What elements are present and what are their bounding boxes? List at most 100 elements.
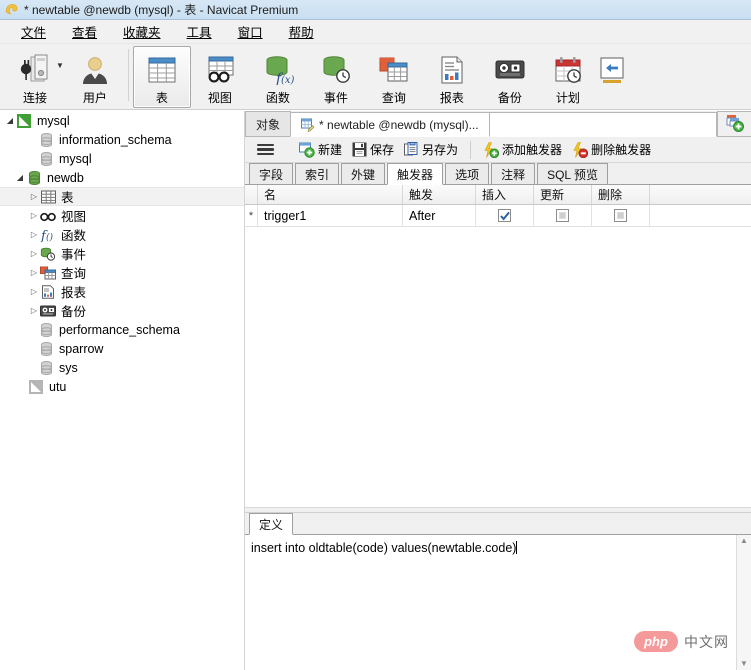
subtab-comment[interactable]: 注释 [491,163,536,184]
menu-item-view[interactable]: 查看 [59,20,110,43]
subtab-indexes[interactable]: 索引 [295,163,340,184]
definition-sql-editor[interactable]: insert into oldtable(code) values(newtab… [245,535,736,670]
cell-update[interactable] [534,205,592,226]
twisty-closed-icon[interactable]: ▷ [28,211,40,220]
grid-header-trigger[interactable]: 触发 [403,185,476,204]
cell-trigger-timing[interactable]: After [403,205,476,226]
subtab-options[interactable]: 选项 [445,163,490,184]
subtab-indexes-label: 索引 [305,167,330,182]
twisty-closed-icon[interactable]: ▷ [28,287,40,296]
subtab-triggers[interactable]: 触发器 [387,163,444,185]
hamburger-icon[interactable] [257,143,274,156]
triggers-grid-header: 名 触发 插入 更新 删除 [245,185,751,205]
twisty-closed-icon[interactable]: ▷ [28,306,40,315]
definition-scrollbar[interactable]: ▲ ▼ [736,535,751,670]
table-row[interactable]: * trigger1 After [245,205,751,227]
tab-objects[interactable]: 对象 [245,111,292,136]
menu-item-favorites-label: 收藏夹 [123,26,161,40]
sidebar-item-sparrow[interactable]: sparrow [0,339,244,358]
subtab-foreign-keys[interactable]: 外键 [341,163,386,184]
subtab-sql-preview[interactable]: SQL 预览 [537,163,608,184]
twisty-open-icon[interactable]: ◢ [4,116,16,125]
twisty-closed-icon[interactable]: ▷ [28,192,40,201]
toolbar-button-report[interactable]: 报表 [423,46,481,108]
save-as-button[interactable]: 另存为 [399,139,463,160]
twisty-closed-icon[interactable]: ▷ [28,268,40,277]
insert-checkbox[interactable] [498,209,511,222]
cell-trigger-name[interactable]: trigger1 [258,205,403,226]
menu-item-window-label: 窗口 [237,26,263,40]
new-tab-button[interactable] [717,111,751,136]
twisty-closed-icon[interactable]: ▷ [28,249,40,258]
sidebar-item-mysql-db[interactable]: mysql [0,149,244,168]
sidebar-item-performance-schema[interactable]: performance_schema [0,320,244,339]
scroll-up-icon[interactable]: ▲ [740,537,748,545]
sidebar-item-queries[interactable]: ▷ 查询 [0,263,244,282]
toolbar-button-function[interactable]: f (x) 函数 [249,46,307,108]
sidebar-item-utu-connection[interactable]: utu [0,377,244,396]
grid-header-name[interactable]: 名 [258,185,403,204]
menu-item-tools[interactable]: 工具 [174,20,225,43]
toolbar-button-event[interactable]: 事件 [307,46,365,108]
query-icon [40,265,56,281]
subtab-fields[interactable]: 字段 [249,163,294,184]
sidebar-item-newdb[interactable]: ◢ newdb [0,168,244,187]
sidebar-item-views[interactable]: ▷ 视图 [0,206,244,225]
sidebar-item-tables[interactable]: ▷ 表 [0,187,244,206]
sidebar-item-mysql-connection[interactable]: ◢ mysql [0,111,244,130]
save-button[interactable]: 保存 [347,139,399,160]
cell-insert[interactable] [476,205,534,226]
toolbar-button-query-label: 查询 [381,91,406,105]
triggers-grid-body[interactable]: * trigger1 After [245,205,751,507]
report-icon [40,284,56,300]
sidebar-item-events[interactable]: ▷ 事件 [0,244,244,263]
toolbar-button-table[interactable]: 表 [132,46,191,108]
new-trigger-record-button[interactable]: 新建 [294,139,347,160]
grid-header-delete[interactable]: 删除 [592,185,650,204]
sidebar-item-label: 查询 [61,267,87,281]
text-caret [516,541,518,554]
scrollbar-track[interactable] [737,545,751,660]
twisty-closed-icon[interactable]: ▷ [28,230,40,239]
triggers-grid[interactable]: 名 触发 插入 更新 删除 * trigger1 After [245,185,751,507]
menu-item-file[interactable]: 文件 [8,20,59,43]
sidebar-item-reports[interactable]: ▷ 报表 [0,282,244,301]
toolbar-button-schedule[interactable]: 计划 [539,46,597,108]
toolbar-button-connection[interactable]: 连接 [6,46,64,108]
menu-item-window[interactable]: 窗口 [225,20,276,43]
view-icon [40,208,56,224]
cell-delete[interactable] [592,205,650,226]
delete-trigger-button[interactable]: 删除触发器 [567,139,656,160]
sidebar-item-backups[interactable]: ▷ 备份 [0,301,244,320]
toolbar-button-view[interactable]: 视图 [191,46,249,108]
sidebar-item-label: newdb [47,170,84,185]
subtab-sql-preview-label: SQL 预览 [547,167,598,182]
delete-checkbox[interactable] [614,209,627,222]
database-gray-icon [38,132,54,148]
menu-item-favorites[interactable]: 收藏夹 [110,20,174,43]
grid-header-update[interactable]: 更新 [534,185,592,204]
connection-dropdown-caret-icon[interactable]: ▼ [56,61,64,70]
subtab-comment-label: 注释 [501,167,526,182]
toolbar-button-query[interactable]: 查询 [365,46,423,108]
object-tree-sidebar[interactable]: ◢ mysql information_schema mysql ◢ newdb… [0,111,245,670]
toolbar-button-user[interactable]: 用户 [66,46,124,108]
toolbar-button-transfer[interactable] [597,46,627,108]
grid-header-insert[interactable]: 插入 [476,185,534,204]
update-checkbox[interactable] [556,209,569,222]
menu-item-help[interactable]: 帮助 [276,20,327,43]
toolbar-button-backup[interactable]: 备份 [481,46,539,108]
tab-newtable-editor[interactable]: * newtable @newdb (mysql)... [290,112,490,137]
schedule-icon [552,52,584,88]
sidebar-item-sys[interactable]: sys [0,358,244,377]
definition-body: insert into oldtable(code) values(newtab… [245,535,751,670]
definition-tabs: 定义 [245,513,751,535]
main-body: ◢ mysql information_schema mysql ◢ newdb… [0,111,751,670]
add-trigger-button[interactable]: 添加触发器 [478,139,567,160]
scroll-down-icon[interactable]: ▼ [740,660,748,668]
sidebar-item-label: sys [59,360,78,375]
sidebar-item-information-schema[interactable]: information_schema [0,130,244,149]
twisty-open-icon[interactable]: ◢ [14,173,26,182]
sidebar-item-functions[interactable]: ▷ f() 函数 [0,225,244,244]
subtab-definition[interactable]: 定义 [249,513,294,535]
